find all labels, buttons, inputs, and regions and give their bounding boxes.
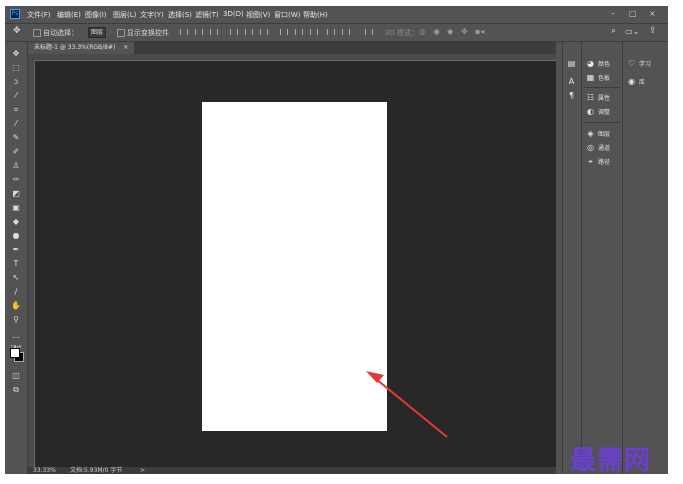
annotation-arrow xyxy=(366,371,448,438)
watermark-logo: 最需网 xyxy=(570,446,652,476)
foreground-color-swatch[interactable] xyxy=(10,348,20,358)
arrow-head xyxy=(366,371,384,383)
arrow-shaft xyxy=(375,378,448,438)
